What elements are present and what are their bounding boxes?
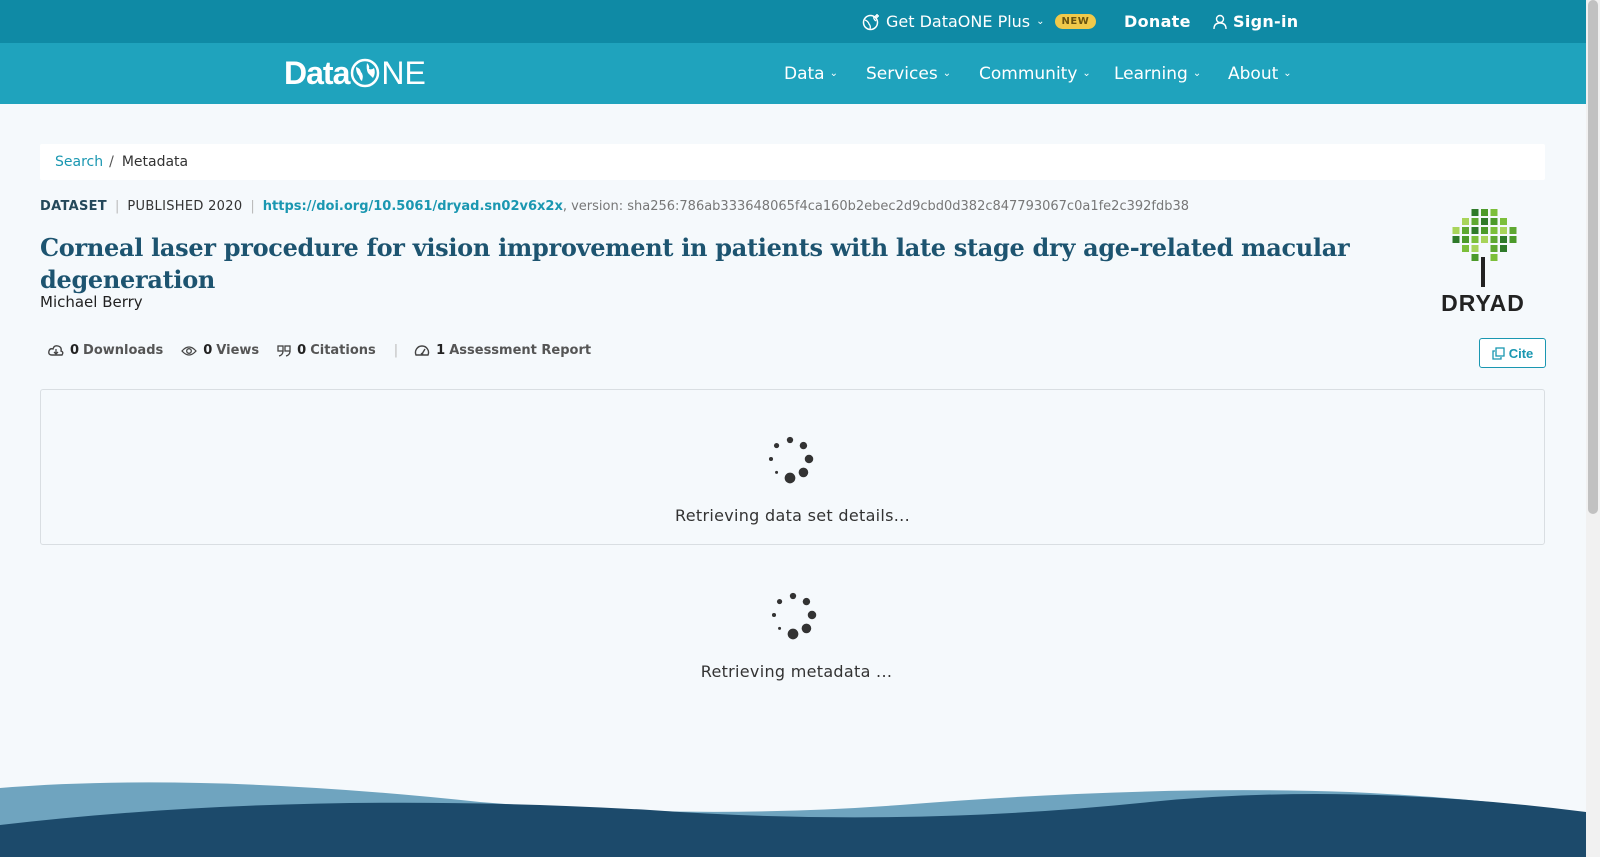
logo-data-text: Data [284,54,350,91]
nav-data[interactable]: Data ⌄ [784,43,838,104]
get-dataone-plus-menu[interactable]: Get DataONE Plus ⌄ NEW [862,0,1097,43]
chevron-down-icon: ⌄ [1036,16,1045,27]
nav-services-label: Services [866,63,938,84]
version-hash: , version: sha256:786ab333648065f4ca160b… [562,199,1190,214]
views-count: 0 [203,343,213,358]
divider: | [114,199,120,214]
dryad-repository-logo[interactable]: DRYAD [1430,207,1536,317]
divider: | [393,343,399,358]
dataset-meta-line: DATASET | PUBLISHED 2020 | https://doi.o… [40,199,1189,214]
sign-in-label: Sign-in [1233,12,1299,31]
chevron-down-icon: ⌄ [829,68,838,79]
nav-about[interactable]: About ⌄ [1228,43,1292,104]
views-metric[interactable]: 0 Views [181,343,259,358]
nav-data-label: Data [784,63,825,84]
cloud-download-icon [48,345,64,356]
breadcrumb-current: Metadata [121,154,189,170]
dataset-type-label: DATASET [40,199,107,214]
scrollbar-thumb[interactable] [1588,0,1598,514]
main-navbar: Data NE Data ⌄ Services ⌄ Community ⌄ Le… [0,43,1586,104]
quote-icon [277,344,291,357]
citations-count: 0 [297,343,307,358]
nav-services[interactable]: Services ⌄ [866,43,951,104]
assessment-count: 1 [436,343,446,358]
loading-metadata-text: Retrieving metadata ... [700,662,893,681]
doi-link[interactable]: https://doi.org/10.5061/dryad.sn02v6x2x [263,199,563,214]
get-dataone-plus-label: Get DataONE Plus [886,12,1031,31]
breadcrumb: Search / Metadata [40,144,1545,180]
globe-logo-icon [351,58,380,88]
citations-metric[interactable]: 0 Citations [277,343,376,358]
nav-community[interactable]: Community ⌄ [979,43,1091,104]
footer-wave-decoration [0,782,1586,857]
chevron-down-icon: ⌄ [1192,68,1202,79]
downloads-count: 0 [70,343,80,358]
top-utility-bar: Get DataONE Plus ⌄ NEW Donate Sign-in [0,0,1586,43]
dryad-label: DRYAD [1441,290,1525,316]
globe-plus-icon [862,13,879,30]
breadcrumb-separator: / [109,154,114,170]
eye-icon [181,345,198,356]
metadata-loading-section: Retrieving metadata ... [40,590,1545,690]
user-icon [1213,14,1227,29]
downloads-metric[interactable]: 0 Downloads [48,343,163,358]
logo-one-text: NE [381,54,426,91]
citations-label: Citations [310,343,376,358]
loading-spinner-icon [768,436,814,484]
donate-link[interactable]: Donate [1124,0,1191,43]
assessment-label: Assessment Report [449,343,592,358]
chevron-down-icon: ⌄ [942,68,952,79]
chevron-down-icon: ⌄ [1082,68,1091,79]
nav-learning[interactable]: Learning ⌄ [1114,43,1201,104]
cite-button[interactable]: Cite [1479,338,1546,368]
downloads-label: Downloads [83,343,164,358]
gauge-icon [415,345,430,356]
dataone-logo[interactable]: Data NE [284,55,426,91]
nav-community-label: Community [979,63,1078,84]
dataset-details-panel: Retrieving data set details... [40,389,1545,545]
cite-label: Cite [1508,345,1534,361]
loading-spinner-icon [771,592,817,640]
dataset-author[interactable]: Michael Berry [40,293,143,311]
dryad-tree-icon [1452,209,1517,287]
nav-about-label: About [1228,63,1279,84]
page-scrollbar[interactable] [1586,0,1600,857]
divider: | [250,199,255,214]
sign-in-link[interactable]: Sign-in [1213,0,1298,43]
published-year: PUBLISHED 2020 [127,199,243,214]
new-badge: NEW [1054,14,1097,29]
dataset-title: Corneal laser procedure for vision impro… [40,233,1350,294]
nav-learning-label: Learning [1114,63,1188,84]
loading-details-text: Retrieving data set details... [675,506,910,525]
chevron-down-icon: ⌄ [1283,68,1292,79]
assessment-report-metric[interactable]: 1 Assessment Report [414,343,591,358]
metrics-bar: 0 Downloads 0 Views 0 Citations | 1 Asse… [48,343,609,358]
views-label: Views [216,343,260,358]
copy-icon [1492,346,1505,360]
breadcrumb-search-link[interactable]: Search [55,154,103,170]
